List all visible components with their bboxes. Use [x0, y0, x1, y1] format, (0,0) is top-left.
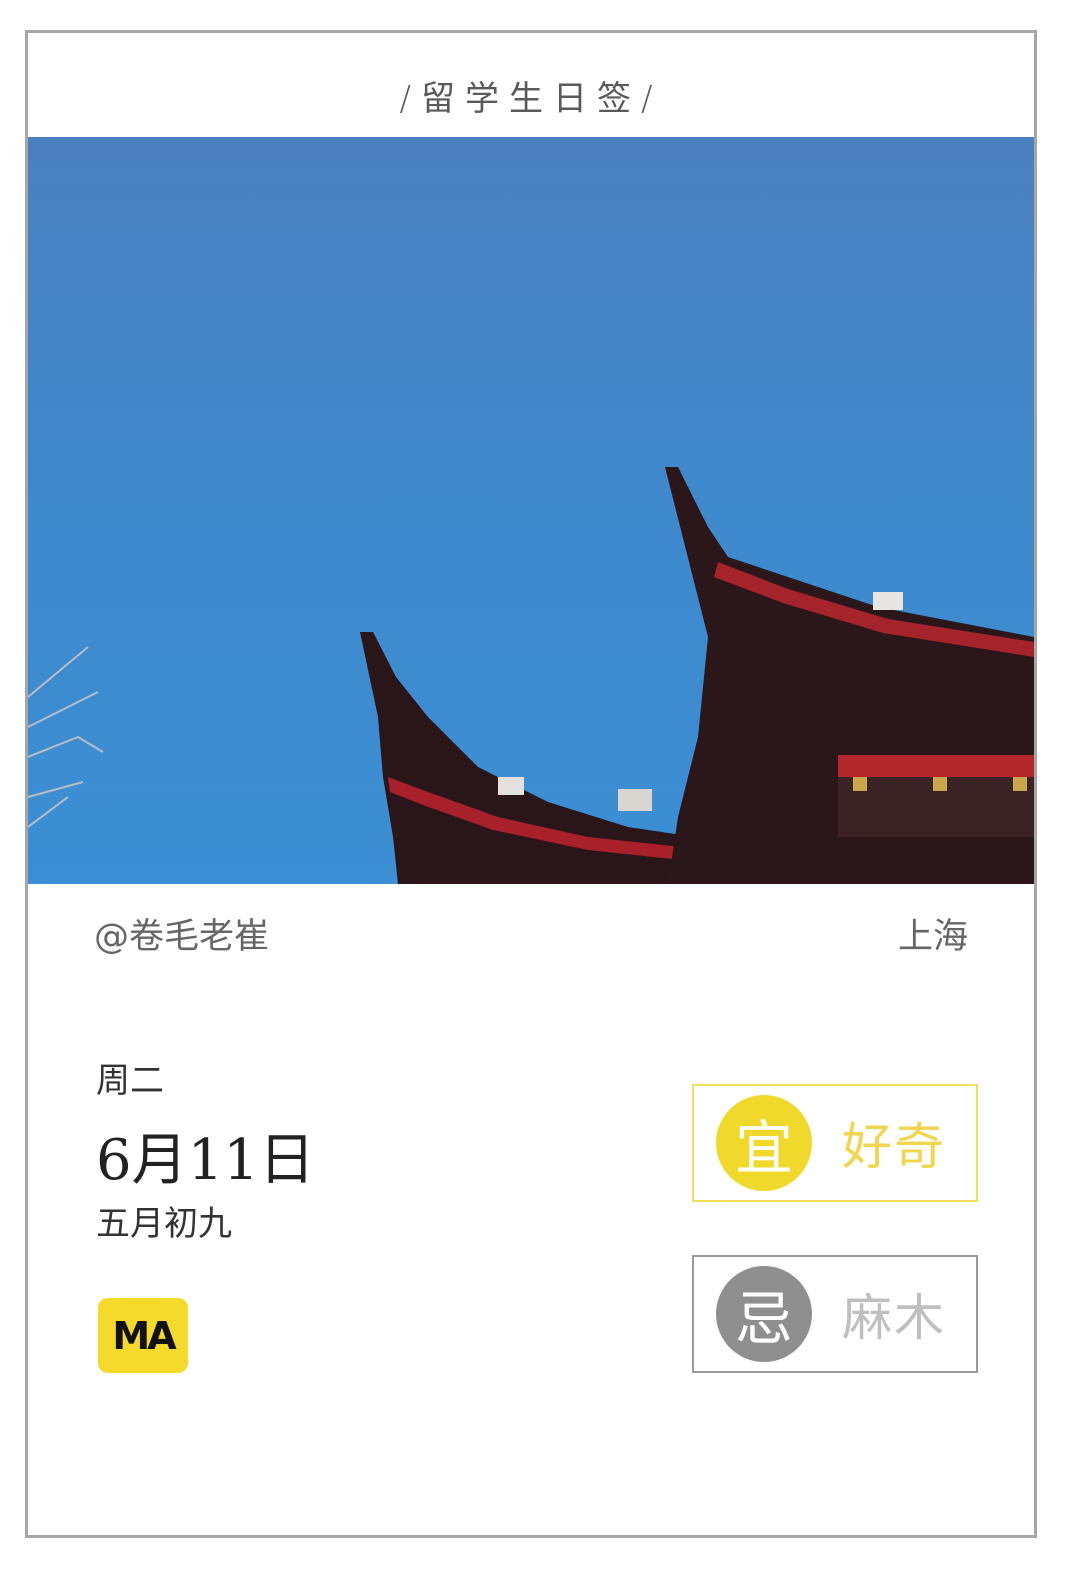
location: 上海	[897, 917, 968, 957]
yi-box: 宜 好奇	[692, 1084, 978, 1202]
logo-text: MA	[112, 1313, 176, 1358]
daily-card: /留学生日签/ @卷毛老崔 上海 周二 6月11日 五月初九 MA 宜 好奇 忌…	[25, 30, 1037, 1538]
photo	[28, 137, 1034, 884]
weekday: 周二	[96, 1061, 164, 1101]
ji-text: 麻木	[842, 1289, 946, 1347]
brand-logo: MA	[98, 1298, 188, 1373]
ji-box: 忌 麻木	[692, 1255, 978, 1373]
card-title: /留学生日签/	[399, 79, 663, 119]
yi-text: 好奇	[842, 1118, 946, 1176]
yi-badge: 宜	[716, 1095, 812, 1191]
lunar-date: 五月初九	[96, 1204, 232, 1244]
date: 6月11日	[96, 1128, 315, 1193]
ji-badge: 忌	[716, 1266, 812, 1362]
author-handle: @卷毛老崔	[94, 917, 270, 957]
